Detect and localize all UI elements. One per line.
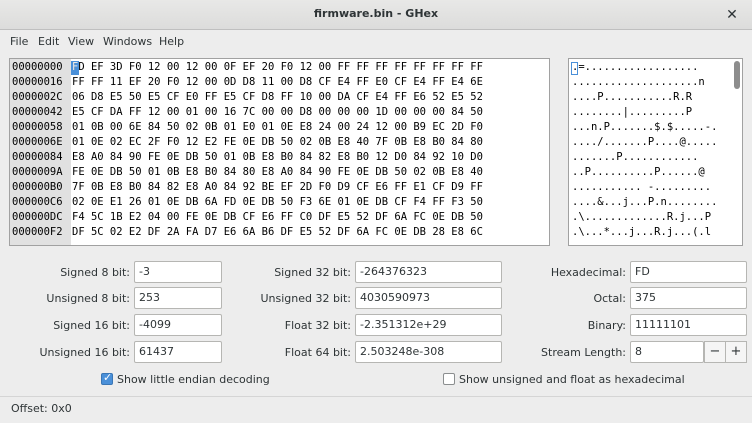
signed32-label: Signed 32 bit: — [274, 266, 351, 279]
status-divider — [0, 396, 752, 397]
ascii-row[interactable]: ....&...j...P.n........ — [572, 195, 717, 210]
close-icon[interactable]: ✕ — [722, 5, 742, 25]
hex-row[interactable]: 7F 0B E8 B0 84 82 E8 A0 84 92 BE EF 2D F… — [72, 180, 483, 195]
hex-row[interactable]: 06 D8 E5 50 E5 CF E0 FF E5 CF D8 FF 10 0… — [72, 90, 483, 105]
signed16-field[interactable]: -4099 — [134, 314, 222, 336]
ascii-row[interactable]: ...n.P.......$.$.....-. — [572, 120, 717, 135]
hex-row[interactable]: F4 5C 1B E2 04 00 FE 0E DB CF E6 FF C0 D… — [72, 210, 483, 225]
offset-label: 0000006E — [12, 136, 63, 148]
offset-label: 00000000 — [12, 61, 63, 73]
offset-label: 000000B0 — [12, 181, 63, 193]
unsigned32-field[interactable]: 4030590973 — [355, 287, 502, 309]
hexadecimal-label: Hexadecimal: — [550, 266, 626, 279]
unsigned8-label: Unsigned 8 bit: — [46, 292, 130, 305]
menu-edit[interactable]: Edit — [38, 35, 59, 48]
ascii-view[interactable]: .=.................. ...................… — [568, 58, 743, 246]
increase-stream-length-button[interactable]: + — [725, 341, 747, 363]
float32-field[interactable]: -2.351312e+29 — [355, 314, 502, 336]
offset-label: 00000016 — [12, 76, 63, 88]
ascii-row[interactable]: .......P............ — [572, 150, 698, 165]
ascii-scrollbar[interactable] — [734, 61, 740, 89]
menu-bar: File Edit View Windows Help — [0, 30, 752, 54]
signed16-label: Signed 16 bit: — [53, 319, 130, 332]
hex-cursor-char: F — [72, 61, 79, 73]
unsigned32-label: Unsigned 32 bit: — [260, 292, 351, 305]
stream-length-label: Stream Length: — [541, 346, 626, 359]
signed32-field[interactable]: -264376323 — [355, 261, 502, 283]
offset-status: Offset: 0x0 — [11, 402, 72, 415]
ascii-row[interactable]: .\...*...j...R.j...(.l — [572, 225, 711, 240]
octal-label: Octal: — [593, 292, 626, 305]
hex-row[interactable]: 01 0E 02 EC 2F F0 12 E2 FE 0E DB 50 02 0… — [72, 135, 483, 150]
offset-label: 00000084 — [12, 151, 63, 163]
ascii-row[interactable]: .=.................. — [572, 60, 698, 75]
unsigned-hex-label[interactable]: Show unsigned and float as hexadecimal — [459, 373, 685, 386]
hex-row[interactable]: DF 5C 02 E2 DF 2A FA D7 E6 6A B6 DF E5 5… — [72, 225, 483, 240]
menu-file[interactable]: File — [10, 35, 28, 48]
ascii-row[interactable]: ....................n — [572, 75, 705, 90]
ascii-row[interactable]: .\.............R.j...P — [572, 210, 711, 225]
ascii-row[interactable]: ........... -......... — [572, 180, 711, 195]
hex-row[interactable]: 02 0E E1 26 01 0E DB 6A FD 0E DB 50 F3 6… — [72, 195, 483, 210]
offset-label: 0000002C — [12, 91, 63, 103]
menu-help[interactable]: Help — [159, 35, 184, 48]
title-bar: firmware.bin - GHex ✕ — [0, 0, 752, 30]
hex-row[interactable]: E5 CF DA FF 12 00 01 00 16 7C 00 00 D8 0… — [72, 105, 483, 120]
offset-label: 0000009A — [12, 166, 63, 178]
ascii-row[interactable]: ....P...........R.R — [572, 90, 692, 105]
offset-label: 000000C6 — [12, 196, 63, 208]
ascii-row[interactable]: ..../.......P....@..... — [572, 135, 717, 150]
offset-label: 000000DC — [12, 211, 63, 223]
decrease-stream-length-button[interactable]: − — [704, 341, 726, 363]
offset-label: 00000058 — [12, 121, 63, 133]
window-title: firmware.bin - GHex — [313, 7, 439, 20]
menu-windows[interactable]: Windows — [103, 35, 152, 48]
unsigned-hex-checkbox[interactable] — [443, 373, 455, 385]
offset-label: 00000042 — [12, 106, 63, 118]
hex-row[interactable]: E8 A0 84 90 FE 0E DB 50 01 0B E8 B0 84 8… — [72, 150, 483, 165]
stream-length-field[interactable]: 8 — [630, 341, 704, 363]
binary-field[interactable]: 11111101 — [630, 314, 747, 336]
little-endian-label[interactable]: Show little endian decoding — [117, 373, 270, 386]
menu-view[interactable]: View — [68, 35, 94, 48]
hex-row[interactable]: FE 0E DB 50 01 0B E8 B0 84 80 E8 A0 84 9… — [72, 165, 483, 180]
hex-row[interactable]: FF FF 11 EF 20 F0 12 00 0D D8 11 00 D8 C… — [72, 75, 483, 90]
unsigned8-field[interactable]: 253 — [134, 287, 222, 309]
hex-view[interactable]: 00000000 00000016 0000002C 00000042 0000… — [9, 58, 550, 246]
ascii-row[interactable]: ..P..........P......@ — [572, 165, 705, 180]
signed8-field[interactable]: -3 — [134, 261, 222, 283]
hex-row[interactable]: 01 0B 00 6E 84 50 02 0B 01 E0 01 0E E8 2… — [72, 120, 483, 135]
octal-field[interactable]: 375 — [630, 287, 747, 309]
binary-label: Binary: — [587, 319, 626, 332]
ascii-row[interactable]: ........|.........P — [572, 105, 692, 120]
little-endian-checkbox[interactable] — [101, 371, 113, 385]
float32-label: Float 32 bit: — [284, 319, 351, 332]
offset-label: 000000F2 — [12, 226, 63, 238]
float64-label: Float 64 bit: — [284, 346, 351, 359]
signed8-label: Signed 8 bit: — [60, 266, 130, 279]
unsigned16-field[interactable]: 61437 — [134, 341, 222, 363]
hex-row[interactable]: FD EF 3D F0 12 00 12 00 0F EF 20 F0 12 0… — [72, 60, 483, 75]
float64-field[interactable]: 2.503248e-308 — [355, 341, 502, 363]
unsigned16-label: Unsigned 16 bit: — [39, 346, 130, 359]
hexadecimal-field[interactable]: FD — [630, 261, 747, 283]
